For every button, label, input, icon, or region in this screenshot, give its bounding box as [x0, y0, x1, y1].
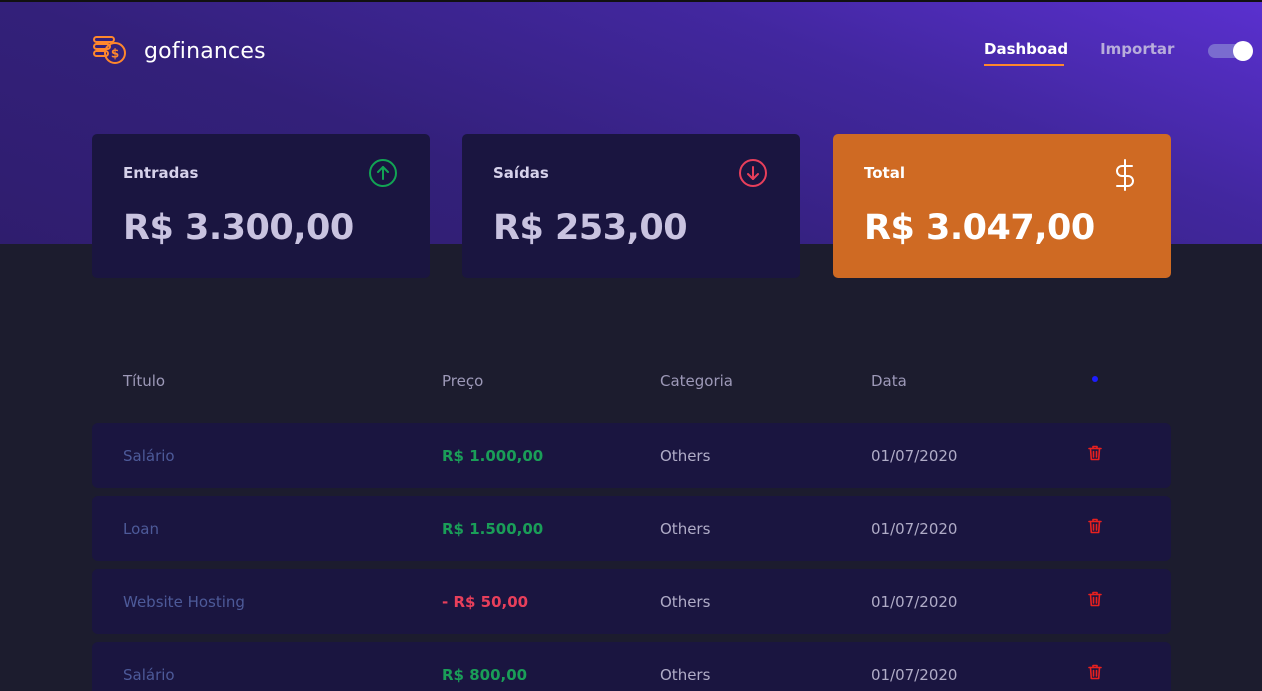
row-date: 01/07/2020 [871, 666, 958, 684]
row-title: Salário [123, 447, 175, 465]
row-date: 01/07/2020 [871, 593, 958, 611]
row-price: R$ 1.500,00 [442, 520, 544, 538]
outcome-card-value: R$ 253,00 [493, 208, 688, 248]
dollar-icon [1111, 158, 1139, 196]
income-card-title: Entradas [123, 164, 199, 182]
trash-icon[interactable] [1088, 591, 1102, 607]
sort-indicator-icon [1092, 376, 1098, 382]
row-category: Others [660, 447, 711, 465]
main-nav: Dashboad Importar [984, 40, 1174, 66]
total-card-title: Total [864, 164, 905, 182]
income-card: Entradas R$ 3.300,00 [92, 134, 430, 278]
app-name: gofinances [144, 38, 266, 64]
svg-text:$: $ [111, 47, 119, 61]
theme-toggle[interactable] [1208, 41, 1253, 61]
row-price: R$ 1.000,00 [442, 447, 544, 465]
row-title: Loan [123, 520, 159, 538]
header-price[interactable]: Preço [442, 372, 483, 390]
total-card: Total R$ 3.047,00 [833, 134, 1171, 278]
row-date: 01/07/2020 [871, 520, 958, 538]
table-header: Título Preço Categoria Data [0, 372, 1262, 392]
toggle-knob [1233, 41, 1253, 61]
trash-icon[interactable] [1088, 445, 1102, 461]
arrow-down-circle-icon [738, 158, 768, 192]
table-row: Website Hosting - R$ 50,00 Others 01/07/… [92, 569, 1171, 634]
trash-icon[interactable] [1088, 664, 1102, 680]
row-title: Website Hosting [123, 593, 245, 611]
header-category[interactable]: Categoria [660, 372, 733, 390]
trash-icon[interactable] [1088, 518, 1102, 534]
row-price: - R$ 50,00 [442, 593, 529, 611]
coins-logo-icon: $ [92, 32, 128, 70]
row-category: Others [660, 593, 711, 611]
arrow-up-circle-icon [368, 158, 398, 192]
row-category: Others [660, 520, 711, 538]
logo[interactable]: $ gofinances [92, 32, 266, 70]
table-row: Loan R$ 1.500,00 Others 01/07/2020 [92, 496, 1171, 561]
row-title: Salário [123, 666, 175, 684]
table-row: Salário R$ 800,00 Others 01/07/2020 [92, 642, 1171, 691]
total-card-value: R$ 3.047,00 [864, 208, 1095, 248]
outcome-card-title: Saídas [493, 164, 549, 182]
nav-importar[interactable]: Importar [1100, 40, 1174, 58]
nav-dashboard[interactable]: Dashboad [984, 40, 1068, 66]
header-title[interactable]: Título [123, 372, 165, 390]
income-card-value: R$ 3.300,00 [123, 208, 354, 248]
header-date[interactable]: Data [871, 372, 907, 390]
table-row: Salário R$ 1.000,00 Others 01/07/2020 [92, 423, 1171, 488]
outcome-card: Saídas R$ 253,00 [462, 134, 800, 278]
row-date: 01/07/2020 [871, 447, 958, 465]
row-category: Others [660, 666, 711, 684]
row-price: R$ 800,00 [442, 666, 528, 684]
